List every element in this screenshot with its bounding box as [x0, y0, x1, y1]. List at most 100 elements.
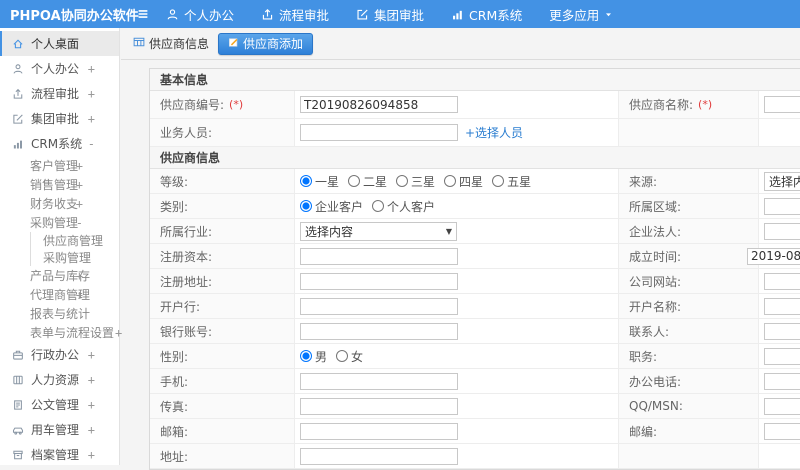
expand-sign[interactable]: +: [88, 62, 95, 76]
address-input[interactable]: [300, 447, 458, 465]
expand-sign[interactable]: +: [76, 178, 83, 192]
collapse-sign[interactable]: -: [76, 216, 83, 230]
supplier-form-panel: 基本信息 供应商编号: (*) 供应商名称: (*) 业务人员:: [149, 68, 800, 470]
mobile-input[interactable]: [300, 372, 458, 390]
qq-msn-input[interactable]: [764, 397, 800, 415]
level-radio-group: 一星 二星 三星 四星 五星: [295, 169, 619, 193]
address-label: 地址:: [150, 444, 295, 468]
expand-sign[interactable]: +: [88, 87, 95, 101]
nav-crm-system[interactable]: CRM系统: [451, 5, 522, 24]
level-radio-1[interactable]: [300, 175, 312, 187]
expand-sign[interactable]: +: [76, 288, 83, 302]
required-mark: (*): [229, 98, 244, 111]
contact-input[interactable]: [764, 322, 800, 340]
bank-input[interactable]: [300, 297, 458, 315]
select-person-link[interactable]: +选择人员: [465, 124, 523, 141]
nav-group-approval[interactable]: 集团审批: [356, 5, 424, 24]
region-input[interactable]: [764, 197, 800, 215]
sidebar-item-group-approval[interactable]: 集团审批 +: [0, 106, 119, 131]
fax-input[interactable]: [300, 397, 458, 415]
expand-sign[interactable]: +: [88, 423, 95, 437]
sidebar-item-document-mgmt[interactable]: 公文管理 +: [0, 392, 119, 417]
sidebar-item-purchase-mgmt[interactable]: 采购管理 -: [0, 213, 119, 232]
expand-sign[interactable]: +: [115, 326, 122, 340]
office-phone-input[interactable]: [764, 372, 800, 390]
expand-sign[interactable]: +: [88, 448, 95, 462]
collapse-sign[interactable]: -: [88, 137, 95, 151]
expand-sign[interactable]: +: [88, 348, 95, 362]
sidebar-item-form-flow-settings[interactable]: 表单与流程设置 +: [0, 323, 122, 342]
position-input[interactable]: [764, 347, 800, 365]
legal-person-input[interactable]: [764, 222, 800, 240]
sidebar-item-reports-stats[interactable]: 报表与统计: [0, 304, 119, 323]
building-icon: [12, 374, 24, 386]
registered-capital-label: 注册资本:: [150, 244, 295, 268]
expand-sign[interactable]: +: [88, 112, 95, 126]
sidebar-item-crm-system[interactable]: CRM系统 -: [0, 131, 119, 156]
sidebar-item-supplier-mgmt[interactable]: 供应商管理: [30, 232, 119, 249]
expand-sign[interactable]: +: [76, 197, 83, 211]
level-option-5[interactable]: 五星: [492, 173, 531, 190]
sidebar-item-customer-mgmt[interactable]: 客户管理 +: [0, 156, 119, 175]
table-grid-icon: [133, 36, 145, 51]
sidebar-item-archive-mgmt[interactable]: 档案管理 +: [0, 442, 119, 467]
category-option-company[interactable]: 企业客户: [300, 198, 363, 215]
level-radio-4[interactable]: [444, 175, 457, 187]
category-radio-personal[interactable]: [372, 200, 385, 212]
gender-radio-female[interactable]: [336, 350, 349, 362]
postcode-input[interactable]: [764, 422, 800, 440]
tab-supplier-add[interactable]: 供应商添加: [218, 32, 314, 55]
registered-capital-cell: [295, 244, 619, 268]
level-option-4[interactable]: 四星: [444, 173, 483, 190]
level-radio-5[interactable]: [492, 175, 505, 187]
level-option-2[interactable]: 二星: [348, 173, 387, 190]
level-radio-3[interactable]: [396, 175, 409, 187]
expand-sign[interactable]: +: [76, 159, 83, 173]
sidebar-item-human-resources[interactable]: 人力资源 +: [0, 367, 119, 392]
account-name-input[interactable]: [764, 297, 800, 315]
established-date-input[interactable]: [747, 247, 800, 265]
sidebar-item-personal-office[interactable]: 个人办公 +: [0, 56, 119, 81]
sidebar-item-procurement-mgmt[interactable]: 采购管理: [30, 249, 119, 266]
business-person-input[interactable]: [300, 124, 458, 141]
sidebar-item-sales-mgmt[interactable]: 销售管理 +: [0, 175, 119, 194]
gender-radio-male[interactable]: [300, 350, 312, 362]
category-radio-company[interactable]: [300, 200, 312, 212]
sidebar-item-workflow-approval[interactable]: 流程审批 +: [0, 81, 119, 106]
registered-capital-input[interactable]: [300, 247, 458, 265]
email-input[interactable]: [300, 422, 458, 440]
hamburger-menu-icon[interactable]: [136, 7, 150, 21]
gender-option-female[interactable]: 女: [336, 348, 363, 365]
sidebar-item-finance[interactable]: 财务收支 +: [0, 194, 119, 213]
expand-sign[interactable]: +: [76, 269, 83, 283]
website-input[interactable]: [764, 272, 800, 290]
registered-address-input[interactable]: [300, 272, 458, 290]
category-option-personal[interactable]: 个人客户: [372, 198, 435, 215]
nav-workflow-approval[interactable]: 流程审批: [261, 5, 329, 24]
source-select[interactable]: 选择内容▼: [764, 171, 800, 191]
form-row-bankaccount-contact: 银行账号: 联系人:: [150, 319, 800, 344]
form-row-regaddress-website: 注册地址: 公司网站:: [150, 269, 800, 294]
bank-account-input[interactable]: [300, 322, 458, 340]
nav-more-apps[interactable]: 更多应用: [549, 5, 613, 24]
expand-sign[interactable]: +: [88, 398, 95, 412]
contact-cell: [759, 319, 800, 343]
industry-select[interactable]: 选择内容 ▼: [300, 221, 457, 241]
car-icon: [12, 424, 24, 436]
sidebar-item-admin-office[interactable]: 行政办公 +: [0, 342, 119, 367]
supplier-name-input[interactable]: [764, 96, 800, 113]
sidebar-item-personal-desktop[interactable]: 个人桌面: [0, 31, 119, 56]
level-radio-2[interactable]: [348, 175, 361, 187]
level-option-3[interactable]: 三星: [396, 173, 435, 190]
gender-option-male[interactable]: 男: [300, 348, 327, 365]
sidebar-item-agent-mgmt[interactable]: 代理商管理 +: [0, 285, 119, 304]
sidebar-item-vehicle-mgmt[interactable]: 用车管理 +: [0, 417, 119, 442]
expand-sign[interactable]: +: [88, 373, 95, 387]
form-row-category-region: 类别: 企业客户 个人客户 所属区域:: [150, 194, 800, 219]
position-label: 职务:: [619, 344, 759, 368]
nav-personal-office[interactable]: 个人办公: [166, 5, 234, 24]
level-option-1[interactable]: 一星: [300, 173, 339, 190]
sidebar-item-product-inventory[interactable]: 产品与库存 +: [0, 266, 119, 285]
tab-supplier-info[interactable]: 供应商信息: [133, 35, 209, 52]
supplier-code-input[interactable]: [300, 96, 458, 113]
